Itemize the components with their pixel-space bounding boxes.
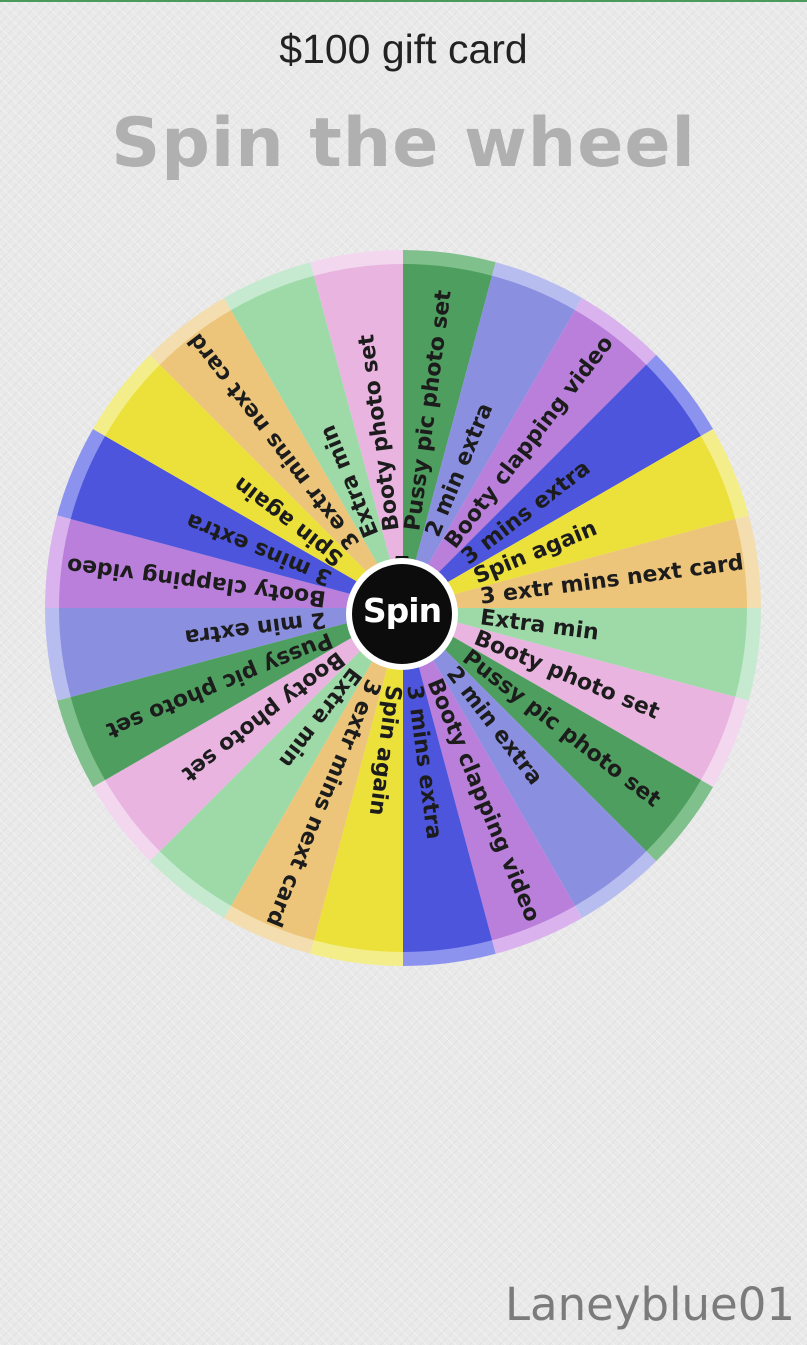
page-title: Spin the wheel	[111, 104, 696, 183]
top-accent-line	[0, 0, 807, 2]
spin-button[interactable]: Spin	[344, 556, 460, 672]
spin-button-label: Spin	[362, 591, 442, 630]
gift-title: $100 gift card	[279, 26, 528, 72]
username-watermark: Laneyblue01	[504, 1278, 795, 1331]
